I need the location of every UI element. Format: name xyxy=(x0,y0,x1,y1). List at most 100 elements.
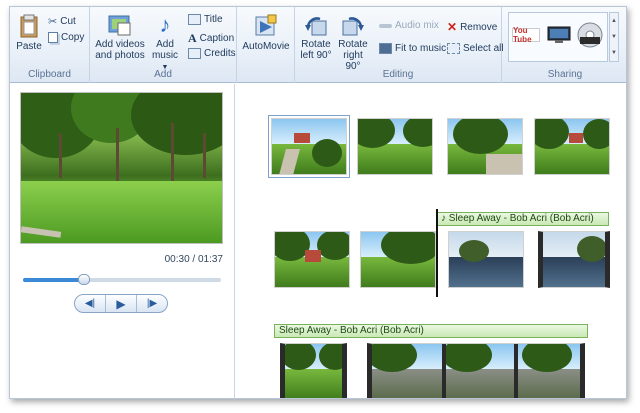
tree-canopy-right xyxy=(131,93,222,155)
storyboard: ♪ Sleep Away - Bob Acri (Bob Acri) Sleep… xyxy=(236,84,626,398)
music-track-bar[interactable]: ♪ Sleep Away - Bob Acri (Bob Acri) xyxy=(436,212,609,226)
clip-thumbnail-video[interactable] xyxy=(280,343,347,398)
sharing-group: You Tube ▲ ▼ ▼ Sharing xyxy=(502,7,626,83)
rotate-right-button[interactable]: Rotate right 90° xyxy=(335,13,371,72)
clipboard-group-label: Clipboard xyxy=(28,69,71,80)
cut-button[interactable]: ✂ Cut xyxy=(48,15,76,28)
title-button[interactable]: Title xyxy=(188,14,223,25)
music-track-bar[interactable]: Sleep Away - Bob Acri (Bob Acri) xyxy=(274,324,588,338)
select-all-icon xyxy=(447,43,460,54)
clip-thumbnail[interactable] xyxy=(448,231,524,288)
clip-tree xyxy=(577,236,605,262)
tree-trunk xyxy=(59,133,62,178)
add-group-label: Add xyxy=(154,69,172,80)
clip-road xyxy=(372,368,580,398)
credits-button[interactable]: Credits xyxy=(188,48,236,59)
remove-x-icon: ✕ xyxy=(447,20,458,34)
caption-icon: A xyxy=(188,31,197,45)
sharing-group-label: Sharing xyxy=(547,69,583,80)
youtube-icon: You Tube xyxy=(513,26,532,44)
previous-frame-icon: ◀| xyxy=(84,298,96,309)
copy-icon xyxy=(48,32,58,43)
video-preview[interactable] xyxy=(20,92,223,244)
clip-thumbnail[interactable] xyxy=(357,118,433,175)
sharing-gallery-scroll[interactable]: ▲ ▼ ▼ xyxy=(609,12,619,62)
clip-thumbnail[interactable] xyxy=(447,118,523,175)
tree-trunk xyxy=(116,128,119,183)
music-note-icon: ♪ xyxy=(159,12,171,37)
select-all-button[interactable]: Select all xyxy=(447,43,504,54)
add-videos-and-photos-button[interactable]: Add videos and photos xyxy=(94,13,146,61)
clip-thumbnail-video[interactable] xyxy=(538,231,610,288)
rotate-right-icon xyxy=(342,17,364,36)
next-frame-icon: |▶ xyxy=(146,298,158,309)
clip-tree xyxy=(459,240,489,262)
ribbon: Paste ✂ Cut Copy Clipboard Add videos an… xyxy=(10,7,626,83)
audio-mix-icon xyxy=(379,23,392,28)
clip-house xyxy=(569,133,583,143)
monitor-share-button[interactable] xyxy=(547,26,571,44)
clip-thumbnail[interactable] xyxy=(360,231,436,288)
audio-mix-button[interactable]: Audio mix xyxy=(379,20,439,31)
automovie-icon xyxy=(255,14,277,36)
rotate-left-button[interactable]: Rotate left 90° xyxy=(299,13,333,61)
paste-icon xyxy=(20,14,38,38)
tree-trunk xyxy=(203,133,206,178)
scroll-up-icon: ▲ xyxy=(611,18,617,24)
seek-bar[interactable] xyxy=(23,274,221,285)
dvd-share-button[interactable] xyxy=(577,22,603,48)
title-icon xyxy=(188,14,201,25)
scroll-down-icon: ▼ xyxy=(611,34,617,40)
paste-button[interactable]: Paste xyxy=(16,13,42,52)
automovie-button[interactable]: AutoMovie xyxy=(239,13,293,52)
clip-water xyxy=(449,256,523,287)
add-videos-icon xyxy=(108,15,131,36)
clip-tree xyxy=(319,344,342,370)
clip-grass xyxy=(358,143,432,174)
clip-thumbnail[interactable] xyxy=(274,231,350,288)
add-music-button[interactable]: ♪ Add music ▼ xyxy=(150,13,180,73)
copy-button[interactable]: Copy xyxy=(48,32,84,43)
previous-frame-button[interactable]: ◀| xyxy=(75,295,106,312)
playhead[interactable] xyxy=(436,209,438,297)
fit-to-music-button[interactable]: Fit to music xyxy=(379,43,446,54)
youtube-button[interactable]: You Tube xyxy=(512,26,540,44)
frame-divider xyxy=(442,344,446,398)
scissors-icon: ✂ xyxy=(48,16,58,28)
rotate-left-icon xyxy=(305,17,327,36)
play-button[interactable]: ▶ xyxy=(106,295,137,312)
fit-to-music-icon xyxy=(379,43,392,54)
clip-thumbnail[interactable] xyxy=(268,115,350,178)
clip-house xyxy=(305,250,321,262)
clip-tree xyxy=(317,232,349,260)
seek-thumb[interactable] xyxy=(78,274,91,285)
next-frame-button[interactable]: |▶ xyxy=(137,295,167,312)
preview-pane: 00:30 / 01:37 ◀| ▶ |▶ xyxy=(10,84,235,398)
play-icon: ▶ xyxy=(116,296,126,311)
playback-time: 00:30 / 01:37 xyxy=(164,254,223,265)
tree-trunk xyxy=(171,123,174,183)
dvd-disc-icon xyxy=(577,22,603,48)
remove-button[interactable]: ✕ Remove xyxy=(447,20,497,34)
movie-maker-window: Paste ✂ Cut Copy Clipboard Add videos an… xyxy=(9,6,627,399)
clip-path xyxy=(486,154,522,174)
clip-grass xyxy=(285,368,342,398)
caption-button[interactable]: A Caption xyxy=(188,31,234,46)
gallery-more-icon: ▼ xyxy=(611,50,617,56)
clip-house xyxy=(294,133,310,143)
automovie-group: AutoMovie xyxy=(237,7,295,83)
music-note-icon: ♪ xyxy=(441,213,449,224)
clip-thumbnail[interactable] xyxy=(534,118,610,175)
editing-group: Rotate left 90° Rotate right 90° Audio m… xyxy=(295,7,504,83)
playback-controls: ◀| ▶ |▶ xyxy=(74,294,168,313)
clip-tree xyxy=(583,119,609,149)
monitor-icon xyxy=(547,26,571,43)
clipboard-group: Paste ✂ Cut Copy Clipboard xyxy=(10,7,90,83)
editing-group-label: Editing xyxy=(382,69,414,80)
frame-divider xyxy=(514,344,518,398)
seek-progress xyxy=(23,278,85,282)
clip-bush xyxy=(312,139,342,167)
clip-thumbnail-video-long[interactable] xyxy=(367,343,585,398)
add-group: Add videos and photos ♪ Add music ▼ Titl… xyxy=(90,7,237,83)
credits-icon xyxy=(188,48,201,59)
